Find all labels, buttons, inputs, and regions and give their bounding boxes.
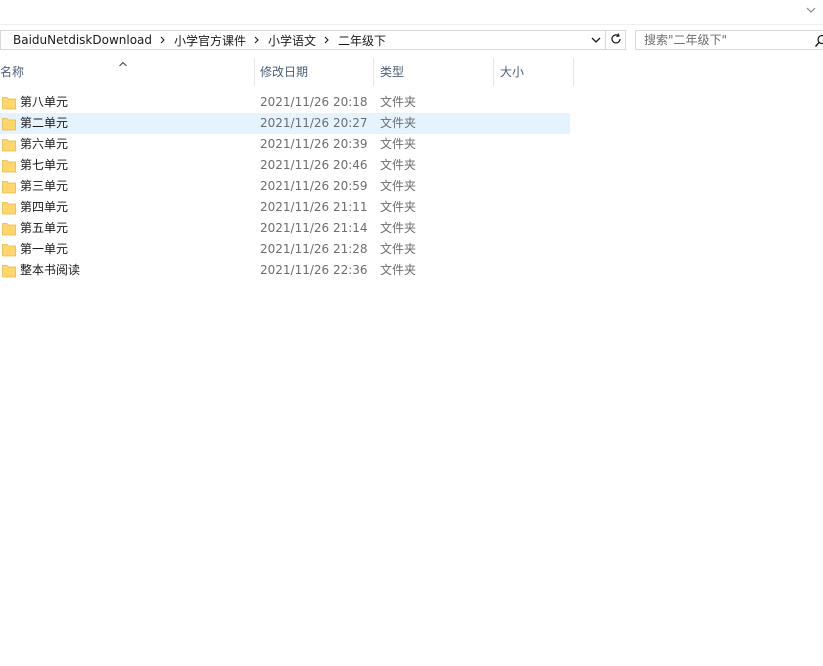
file-type: 文件夹 bbox=[380, 179, 417, 193]
folder-icon bbox=[2, 116, 16, 131]
file-name: 第三单元 bbox=[20, 179, 69, 193]
folder-icon bbox=[2, 137, 16, 152]
folder-icon bbox=[2, 242, 16, 257]
folder-icon bbox=[2, 179, 16, 194]
file-row-unit1[interactable]: 第一单元 2021/11/26 21:28 文件夹 bbox=[0, 239, 570, 260]
breadcrumb-item-chinese[interactable]: 小学语文 bbox=[266, 32, 318, 49]
column-divider[interactable] bbox=[573, 58, 574, 86]
chevron-right-icon[interactable] bbox=[154, 31, 172, 49]
file-list: 第八单元 2021/11/26 20:18 文件夹 第二单元 2021/11/2… bbox=[0, 92, 823, 281]
file-date: 2021/11/26 20:18 bbox=[260, 95, 368, 109]
search-input[interactable] bbox=[636, 31, 814, 49]
column-header: 名称 修改日期 类型 大小 bbox=[0, 56, 823, 88]
folder-icon bbox=[2, 263, 16, 278]
file-row-unit3[interactable]: 第三单元 2021/11/26 20:59 文件夹 bbox=[0, 176, 570, 197]
file-row-unit2[interactable]: 第二单元 2021/11/26 20:27 文件夹 bbox=[0, 113, 570, 134]
folder-icon bbox=[2, 221, 16, 236]
chevron-right-icon[interactable] bbox=[318, 31, 336, 49]
file-row-unit5[interactable]: 第五单元 2021/11/26 21:14 文件夹 bbox=[0, 218, 570, 239]
file-name: 第四单元 bbox=[20, 200, 69, 214]
chevron-down-icon[interactable] bbox=[587, 31, 605, 49]
address-bar[interactable]: BaiduNetdiskDownload 小学官方课件 小学语文 二年级下 bbox=[0, 30, 626, 50]
file-date: 2021/11/26 21:28 bbox=[260, 242, 368, 256]
file-type: 文件夹 bbox=[380, 116, 417, 130]
file-type: 文件夹 bbox=[380, 263, 417, 277]
file-date: 2021/11/26 20:39 bbox=[260, 137, 368, 151]
file-row-unit6[interactable]: 第六单元 2021/11/26 20:39 文件夹 bbox=[0, 134, 570, 155]
folder-icon bbox=[2, 95, 16, 110]
file-date: 2021/11/26 20:46 bbox=[260, 158, 368, 172]
breadcrumb-item-baidunetdiskdownload[interactable]: BaiduNetdiskDownload bbox=[11, 33, 154, 47]
refresh-button[interactable] bbox=[605, 31, 626, 49]
chevron-down-icon[interactable] bbox=[805, 4, 817, 16]
column-name[interactable]: 名称 bbox=[0, 56, 254, 88]
file-type: 文件夹 bbox=[380, 137, 417, 151]
ribbon-bar bbox=[0, 0, 823, 25]
column-type[interactable]: 类型 bbox=[374, 56, 494, 88]
file-name: 整本书阅读 bbox=[20, 263, 81, 277]
column-size[interactable]: 大小 bbox=[494, 56, 574, 88]
file-date: 2021/11/26 20:27 bbox=[260, 116, 368, 130]
file-type: 文件夹 bbox=[380, 158, 417, 172]
file-name: 第五单元 bbox=[20, 221, 69, 235]
file-name: 第七单元 bbox=[20, 158, 69, 172]
file-date: 2021/11/26 21:14 bbox=[260, 221, 368, 235]
file-type: 文件夹 bbox=[380, 200, 417, 214]
file-type: 文件夹 bbox=[380, 221, 417, 235]
search-box bbox=[635, 30, 823, 50]
file-name: 第二单元 bbox=[20, 116, 69, 130]
file-name: 第八单元 bbox=[20, 95, 69, 109]
file-date: 2021/11/26 21:11 bbox=[260, 200, 368, 214]
file-row-whole-book-reading[interactable]: 整本书阅读 2021/11/26 22:36 文件夹 bbox=[0, 260, 570, 281]
chevron-right-icon[interactable] bbox=[248, 31, 266, 49]
breadcrumb: BaiduNetdiskDownload 小学官方课件 小学语文 二年级下 bbox=[1, 31, 587, 49]
file-date: 2021/11/26 22:36 bbox=[260, 263, 368, 277]
folder-icon bbox=[2, 158, 16, 173]
file-row-unit7[interactable]: 第七单元 2021/11/26 20:46 文件夹 bbox=[0, 155, 570, 176]
breadcrumb-item-grade2-second[interactable]: 二年级下 bbox=[336, 32, 388, 49]
file-row-unit4[interactable]: 第四单元 2021/11/26 21:11 文件夹 bbox=[0, 197, 570, 218]
file-date: 2021/11/26 20:59 bbox=[260, 179, 368, 193]
file-name: 第一单元 bbox=[20, 242, 69, 256]
file-name: 第六单元 bbox=[20, 137, 69, 151]
column-date-modified[interactable]: 修改日期 bbox=[254, 56, 374, 88]
file-type: 文件夹 bbox=[380, 242, 417, 256]
folder-icon bbox=[2, 200, 16, 215]
file-type: 文件夹 bbox=[380, 95, 417, 109]
refresh-icon bbox=[609, 32, 623, 49]
breadcrumb-item-official-courseware[interactable]: 小学官方课件 bbox=[172, 32, 248, 49]
file-row-unit8[interactable]: 第八单元 2021/11/26 20:18 文件夹 bbox=[0, 92, 570, 113]
search-icon[interactable] bbox=[814, 34, 823, 48]
